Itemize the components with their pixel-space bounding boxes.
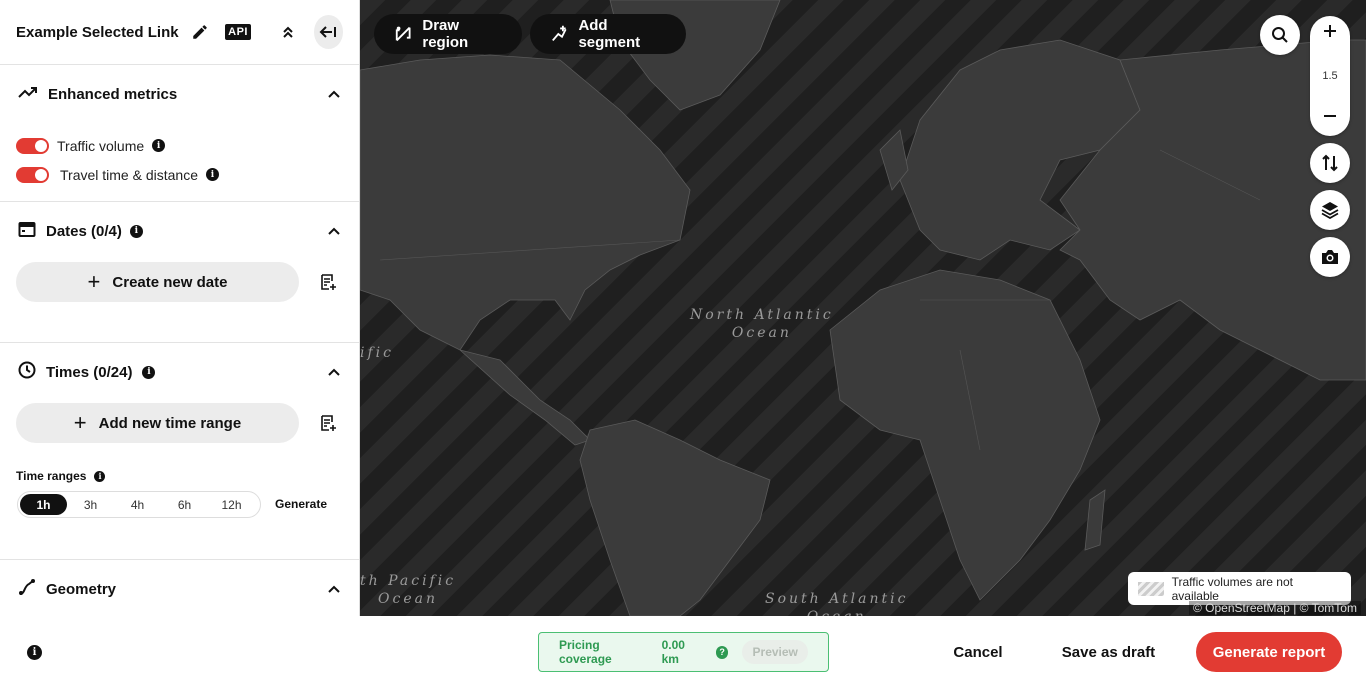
south-atlantic-label: South Atlantic Ocean — [765, 591, 909, 616]
footer-bar: i Pricing coverage 0.00 km ? Preview Can… — [0, 616, 1366, 688]
search-button[interactable] — [1260, 15, 1300, 55]
toggle-row-traffic-volume: Traffic volume i — [0, 131, 359, 160]
chevron-up-icon[interactable] — [328, 585, 340, 593]
preview-button[interactable]: Preview — [742, 640, 808, 664]
add-segment-button[interactable]: Add segment — [530, 14, 686, 54]
page-title: Example Selected Link — [16, 23, 179, 41]
pricing-value: 0.00 km — [661, 638, 685, 666]
plus-icon: + — [87, 269, 101, 294]
pacific-label: ific — [360, 345, 394, 361]
zoom-control: 1.5 — [1310, 16, 1350, 136]
geometry-section: Geometry — [0, 560, 359, 616]
list-add-icon[interactable] — [318, 413, 338, 433]
range-option-4h[interactable]: 4h — [114, 494, 161, 515]
info-icon[interactable]: i — [94, 470, 106, 482]
pricing-label: Pricing coverage — [559, 638, 612, 666]
map-attribution[interactable]: © OpenStreetMap | © TomTom — [1189, 601, 1361, 615]
cancel-button[interactable]: Cancel — [940, 632, 1016, 672]
toggle-row-travel-time: Travel time & distance i — [0, 160, 359, 189]
add-new-time-range-button[interactable]: + Add new time range — [16, 403, 299, 443]
time-ranges-label: Time ranges i — [16, 469, 106, 483]
button-label: Add new time range — [98, 414, 242, 432]
label-text: Time ranges — [16, 469, 87, 483]
geometry-header[interactable]: Geometry — [0, 560, 359, 616]
sort-arrows-icon — [1322, 154, 1338, 172]
section-title: Enhanced metrics — [48, 85, 178, 103]
plus-icon: + — [73, 410, 87, 435]
section-title: Times (0/24) — [46, 363, 133, 381]
dates-section: Dates (0/4) i + Create new date — [0, 202, 359, 343]
zoom-level: 1.5 — [1322, 70, 1338, 82]
sort-arrows-button[interactable] — [1310, 143, 1350, 183]
collapse-left-icon[interactable] — [313, 15, 343, 49]
pricing-coverage-box: Pricing coverage 0.00 km ? Preview — [538, 632, 829, 672]
section-title: Dates (0/4) — [46, 222, 122, 240]
clock-icon — [18, 361, 36, 384]
api-icon[interactable]: API — [224, 16, 252, 48]
trending-up-icon — [18, 85, 38, 104]
chevron-up-icon[interactable] — [328, 368, 340, 376]
north-atlantic-label: North Atlantic Ocean — [690, 307, 834, 342]
info-icon[interactable]: i — [205, 168, 219, 181]
screenshot-button[interactable] — [1310, 237, 1350, 277]
range-option-6h[interactable]: 6h — [161, 494, 208, 515]
geometry-icon — [18, 578, 36, 601]
generate-button[interactable]: Generate — [275, 497, 327, 511]
toggle-label: Travel time & distance — [60, 166, 198, 183]
add-segment-icon — [552, 25, 567, 42]
button-label: Add segment — [578, 17, 641, 51]
info-icon[interactable]: i — [142, 365, 156, 379]
south-pacific-label: th Pacific Ocean — [360, 573, 457, 608]
pencil-icon[interactable] — [187, 16, 215, 48]
map-canvas[interactable]: North Atlantic Ocean ific th Pacific Oce… — [360, 0, 1366, 616]
info-icon[interactable]: i — [152, 139, 166, 152]
camera-icon — [1322, 250, 1338, 264]
button-label: Create new date — [112, 273, 228, 291]
time-range-selector: 1h 3h 4h 6h 12h — [17, 491, 261, 518]
hatch-swatch — [1138, 581, 1164, 596]
world-map — [360, 0, 1366, 616]
range-option-3h[interactable]: 3h — [67, 494, 114, 515]
toggle-label: Traffic volume — [57, 137, 145, 154]
chevrons-up-icon[interactable] — [274, 16, 302, 48]
layers-icon — [1321, 202, 1339, 219]
dates-header[interactable]: Dates (0/4) i — [0, 202, 359, 260]
help-icon[interactable]: ? — [715, 645, 729, 659]
list-add-icon[interactable] — [318, 272, 338, 292]
chevron-up-icon[interactable] — [328, 90, 340, 98]
draw-region-button[interactable]: Draw region — [374, 14, 522, 54]
button-label: Draw region — [422, 17, 469, 51]
layers-button[interactable] — [1310, 190, 1350, 230]
generate-report-button[interactable]: Generate report — [1196, 632, 1342, 672]
create-new-date-button[interactable]: + Create new date — [16, 262, 299, 302]
zoom-out-icon[interactable] — [1323, 109, 1337, 128]
save-draft-button[interactable]: Save as draft — [1050, 632, 1167, 672]
info-icon[interactable]: i — [129, 224, 143, 238]
enhanced-metrics-section: Enhanced metrics Traffic volume i Travel… — [0, 65, 359, 202]
chevron-up-icon[interactable] — [328, 227, 340, 235]
traffic-volume-toggle[interactable] — [16, 137, 49, 154]
sidebar-header: Example Selected Link API — [0, 0, 359, 65]
section-title: Geometry — [46, 580, 117, 598]
calendar-icon — [18, 220, 36, 243]
legend-text: Traffic volumes are not available — [1171, 574, 1293, 603]
times-header[interactable]: Times (0/24) i — [0, 343, 359, 401]
search-icon — [1272, 27, 1288, 43]
info-icon[interactable]: i — [27, 645, 42, 660]
zoom-in-icon[interactable] — [1323, 24, 1337, 43]
range-option-12h[interactable]: 12h — [208, 494, 255, 515]
range-option-1h[interactable]: 1h — [20, 494, 67, 515]
draw-region-icon — [395, 26, 411, 42]
travel-time-toggle[interactable] — [16, 166, 49, 183]
times-section: Times (0/24) i + Add new time range — [0, 343, 359, 560]
enhanced-metrics-header[interactable]: Enhanced metrics — [0, 65, 359, 123]
sidebar: Example Selected Link API Enhanced metri… — [0, 0, 360, 616]
